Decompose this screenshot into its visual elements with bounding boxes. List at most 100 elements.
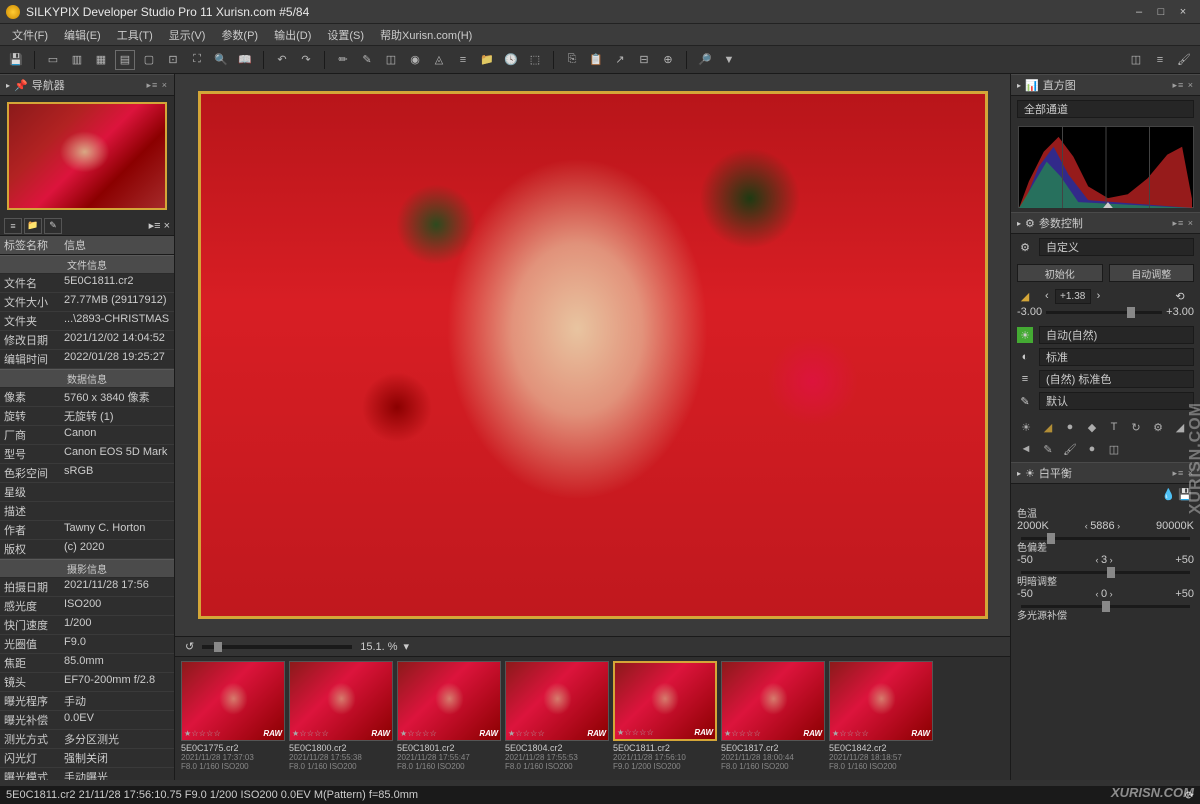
- close-button[interactable]: ×: [1172, 4, 1194, 20]
- auto-nat-dropdown[interactable]: 自动(自然): [1039, 326, 1194, 344]
- history-icon[interactable]: 🕓: [501, 50, 521, 70]
- minimize-button[interactable]: –: [1128, 4, 1150, 20]
- collapse-icon[interactable]: ▸: [6, 81, 10, 90]
- info-menu-icon[interactable]: ▸≡ ×: [149, 219, 170, 232]
- auto-button[interactable]: 自动调整: [1109, 264, 1195, 282]
- redo-icon[interactable]: ↷: [296, 50, 316, 70]
- menu-view[interactable]: 显示(V): [161, 25, 214, 45]
- layout3-icon[interactable]: ▦: [91, 50, 111, 70]
- tint-slider[interactable]: [1021, 571, 1190, 574]
- tool-ball-icon[interactable]: ●: [1061, 418, 1079, 436]
- save-icon[interactable]: 💾: [6, 50, 26, 70]
- paramctrl-header[interactable]: ▸⚙ 参数控制▸≡ ×: [1011, 212, 1200, 234]
- thumbnail[interactable]: ★ ☆ ☆ ☆ ☆RAW5E0C1775.cr22021/11/28 17:37…: [181, 661, 285, 776]
- left-panel: ▸ 📌 导航器 ▸≡ × ≡ 📁 ✎ ▸≡ × 标签名称 信息 文件信息 文件名…: [0, 74, 175, 780]
- copy-icon[interactable]: ⎘: [562, 50, 582, 70]
- thumbnail[interactable]: ★ ☆ ☆ ☆ ☆RAW5E0C1811.cr22021/11/28 17:56…: [613, 661, 717, 776]
- folder-icon[interactable]: 📁: [477, 50, 497, 70]
- ev-value[interactable]: +1.38: [1055, 289, 1091, 304]
- tool-sun-icon[interactable]: ☀: [1017, 418, 1035, 436]
- menu-file[interactable]: 文件(F): [4, 25, 56, 45]
- maximize-button[interactable]: □: [1150, 4, 1172, 20]
- undo-icon[interactable]: ↶: [272, 50, 292, 70]
- temp-slider[interactable]: [1021, 537, 1190, 540]
- tint-value[interactable]: 3: [1101, 554, 1107, 566]
- zoom-slider[interactable]: [202, 645, 352, 649]
- tool-tone-icon[interactable]: ◢: [1039, 418, 1057, 436]
- preset-dropdown[interactable]: 自定义: [1039, 238, 1194, 256]
- fit-icon[interactable]: ⛶: [187, 50, 207, 70]
- tool-pen-icon[interactable]: ✎: [1039, 440, 1057, 458]
- book-icon[interactable]: 📖: [235, 50, 255, 70]
- target-icon[interactable]: ⊕: [658, 50, 678, 70]
- thumbnail[interactable]: ★ ☆ ☆ ☆ ☆RAW5E0C1817.cr22021/11/28 18:00…: [721, 661, 825, 776]
- navigator-header[interactable]: ▸ 📌 导航器 ▸≡ ×: [0, 74, 174, 96]
- zoom-icon[interactable]: 🔍: [211, 50, 231, 70]
- menu-output[interactable]: 输出(D): [266, 25, 319, 45]
- ev-reset-icon[interactable]: ⟲: [1172, 288, 1188, 304]
- thumbnail[interactable]: ★ ☆ ☆ ☆ ☆RAW5E0C1800.cr22021/11/28 17:55…: [289, 661, 393, 776]
- zoom-value: 15.1. %: [360, 641, 397, 653]
- default-dropdown[interactable]: 默认: [1039, 392, 1194, 410]
- layout2-icon[interactable]: ▥: [67, 50, 87, 70]
- layout1-icon[interactable]: ▭: [43, 50, 63, 70]
- tab-tag-icon[interactable]: ✎: [44, 218, 62, 234]
- layout4-icon[interactable]: ▤: [115, 50, 135, 70]
- tool-sharpen-icon[interactable]: ◆: [1083, 418, 1101, 436]
- tool-brush-icon[interactable]: 🖌: [1061, 440, 1079, 458]
- zoom-dropdown-icon[interactable]: ▾: [404, 640, 410, 653]
- wb-header[interactable]: ▸☀ 白平衡▸≡ ×: [1011, 462, 1200, 484]
- preview-area[interactable]: [175, 74, 1010, 636]
- filmstrip[interactable]: ★ ☆ ☆ ☆ ☆RAW5E0C1775.cr22021/11/28 17:37…: [175, 656, 1010, 780]
- brush2-icon[interactable]: ✎: [357, 50, 377, 70]
- trash-icon[interactable]: ⬚: [525, 50, 545, 70]
- sliders-icon[interactable]: ≡: [1150, 50, 1170, 70]
- channel-dropdown[interactable]: 全部通道: [1017, 100, 1194, 118]
- temp-value[interactable]: 5886: [1090, 520, 1114, 532]
- thumbnail[interactable]: ★ ☆ ☆ ☆ ☆RAW5E0C1804.cr22021/11/28 17:55…: [505, 661, 609, 776]
- compare-icon[interactable]: ⊟: [634, 50, 654, 70]
- select-icon[interactable]: ◬: [429, 50, 449, 70]
- search-icon[interactable]: 🔎: [695, 50, 715, 70]
- crop-icon[interactable]: ◫: [381, 50, 401, 70]
- init-button[interactable]: 初始化: [1017, 264, 1103, 282]
- layout6-icon[interactable]: ⊡: [163, 50, 183, 70]
- menu-edit[interactable]: 编辑(E): [56, 25, 109, 45]
- info-table[interactable]: 文件信息 文件名5E0C1811.cr2文件大小27.77MB (2911791…: [0, 255, 174, 780]
- tool-crop-icon[interactable]: ◫: [1105, 440, 1123, 458]
- natstd-dropdown[interactable]: (自然) 标准色: [1039, 370, 1194, 388]
- tool-fish-icon[interactable]: ◄: [1017, 440, 1035, 458]
- dark-slider[interactable]: [1021, 605, 1190, 608]
- tool-dot-icon[interactable]: ●: [1083, 440, 1101, 458]
- tool-text-icon[interactable]: T: [1105, 418, 1123, 436]
- rotate-left-icon[interactable]: ↺: [185, 640, 194, 653]
- histogram-header[interactable]: ▸📊 直方图 ▸≡ ×: [1011, 74, 1200, 96]
- tool-rotate-icon[interactable]: ↻: [1127, 418, 1145, 436]
- menu-param[interactable]: 参数(P): [213, 25, 266, 45]
- tool-gear-icon[interactable]: ⚙: [1149, 418, 1167, 436]
- tab-exif-icon[interactable]: ≡: [4, 218, 22, 234]
- layout5-icon[interactable]: ▢: [139, 50, 159, 70]
- ev-slider[interactable]: [1046, 311, 1162, 314]
- dark-value[interactable]: 0: [1101, 588, 1107, 600]
- std-dropdown[interactable]: 标准: [1039, 348, 1194, 366]
- ev-left-icon[interactable]: ‹: [1045, 290, 1049, 302]
- window-icon[interactable]: ◫: [1126, 50, 1146, 70]
- tab-folder-icon[interactable]: 📁: [24, 218, 42, 234]
- paste-icon[interactable]: 📋: [586, 50, 606, 70]
- menu-tool[interactable]: 工具(T): [109, 25, 161, 45]
- panel-menu-icon[interactable]: ▸≡ ×: [146, 80, 168, 91]
- thumbnail[interactable]: ★ ☆ ☆ ☆ ☆RAW5E0C1842.cr22021/11/28 18:18…: [829, 661, 933, 776]
- menu-settings[interactable]: 设置(S): [319, 25, 372, 45]
- brush1-icon[interactable]: ✏: [333, 50, 353, 70]
- navigator-thumbnail[interactable]: [7, 102, 167, 210]
- clone-icon[interactable]: ◉: [405, 50, 425, 70]
- menu-help[interactable]: 帮助Xurisn.com(H): [372, 25, 480, 45]
- brush3-icon[interactable]: 🖌: [1174, 50, 1194, 70]
- filter-icon[interactable]: ▼: [719, 50, 739, 70]
- export-icon[interactable]: ↗: [610, 50, 630, 70]
- thumbnail[interactable]: ★ ☆ ☆ ☆ ☆RAW5E0C1801.cr22021/11/28 17:55…: [397, 661, 501, 776]
- wb-picker-icon[interactable]: 💧: [1162, 489, 1176, 501]
- ev-right-icon[interactable]: ›: [1097, 290, 1101, 302]
- layers-icon[interactable]: ≡: [453, 50, 473, 70]
